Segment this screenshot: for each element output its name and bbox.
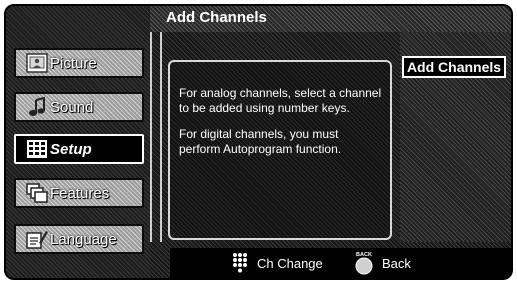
back-button-icon: BACK <box>355 252 373 275</box>
sidebar-item-features[interactable]: Features <box>14 178 144 208</box>
sidebar-item-picture[interactable]: Picture <box>14 48 144 78</box>
ch-change-label: Ch Change <box>257 255 323 271</box>
divider <box>150 32 152 242</box>
sidebar-item-label: Features <box>50 184 110 202</box>
sidebar-item-label: Language <box>50 230 117 248</box>
setup-icon <box>27 140 47 158</box>
tv-menu-screen: Picture Sound Setup Features Language Ad… <box>4 4 513 280</box>
info-text-digital: For digital channels, you must perform A… <box>179 127 342 156</box>
sidebar-item-label: Sound <box>50 98 94 116</box>
sidebar-item-language[interactable]: Language <box>14 224 144 254</box>
info-box: For analog channels, select a channel to… <box>168 60 392 240</box>
language-icon <box>26 231 48 249</box>
numpad-icon <box>233 253 247 273</box>
sidebar-menu: Picture Sound Setup Features Language <box>6 6 150 278</box>
sidebar-item-label: Picture <box>50 54 97 72</box>
sidebar-item-setup[interactable]: Setup <box>14 134 144 164</box>
sound-icon <box>29 97 45 116</box>
back-icon-text: BACK <box>356 252 372 258</box>
add-channels-button[interactable]: Add Channels <box>402 56 506 78</box>
info-text-analog: For analog channels, select a channel to… <box>179 86 382 115</box>
sidebar-item-label: Setup <box>50 140 92 158</box>
divider <box>160 32 162 242</box>
options-panel: Add Channels <box>400 32 511 242</box>
main-content: For analog channels, select a channel to… <box>150 32 511 278</box>
hint-bar: Ch Change BACK Back <box>170 248 511 278</box>
page-title: Add Channels <box>166 9 267 26</box>
picture-icon <box>26 53 48 73</box>
ch-change-hint: Ch Change <box>232 248 323 278</box>
features-icon <box>26 183 48 203</box>
back-hint: BACK Back <box>353 248 411 278</box>
title-bar: Add Channels <box>150 6 511 32</box>
sidebar-item-sound[interactable]: Sound <box>14 92 144 122</box>
back-label: Back <box>382 255 411 271</box>
